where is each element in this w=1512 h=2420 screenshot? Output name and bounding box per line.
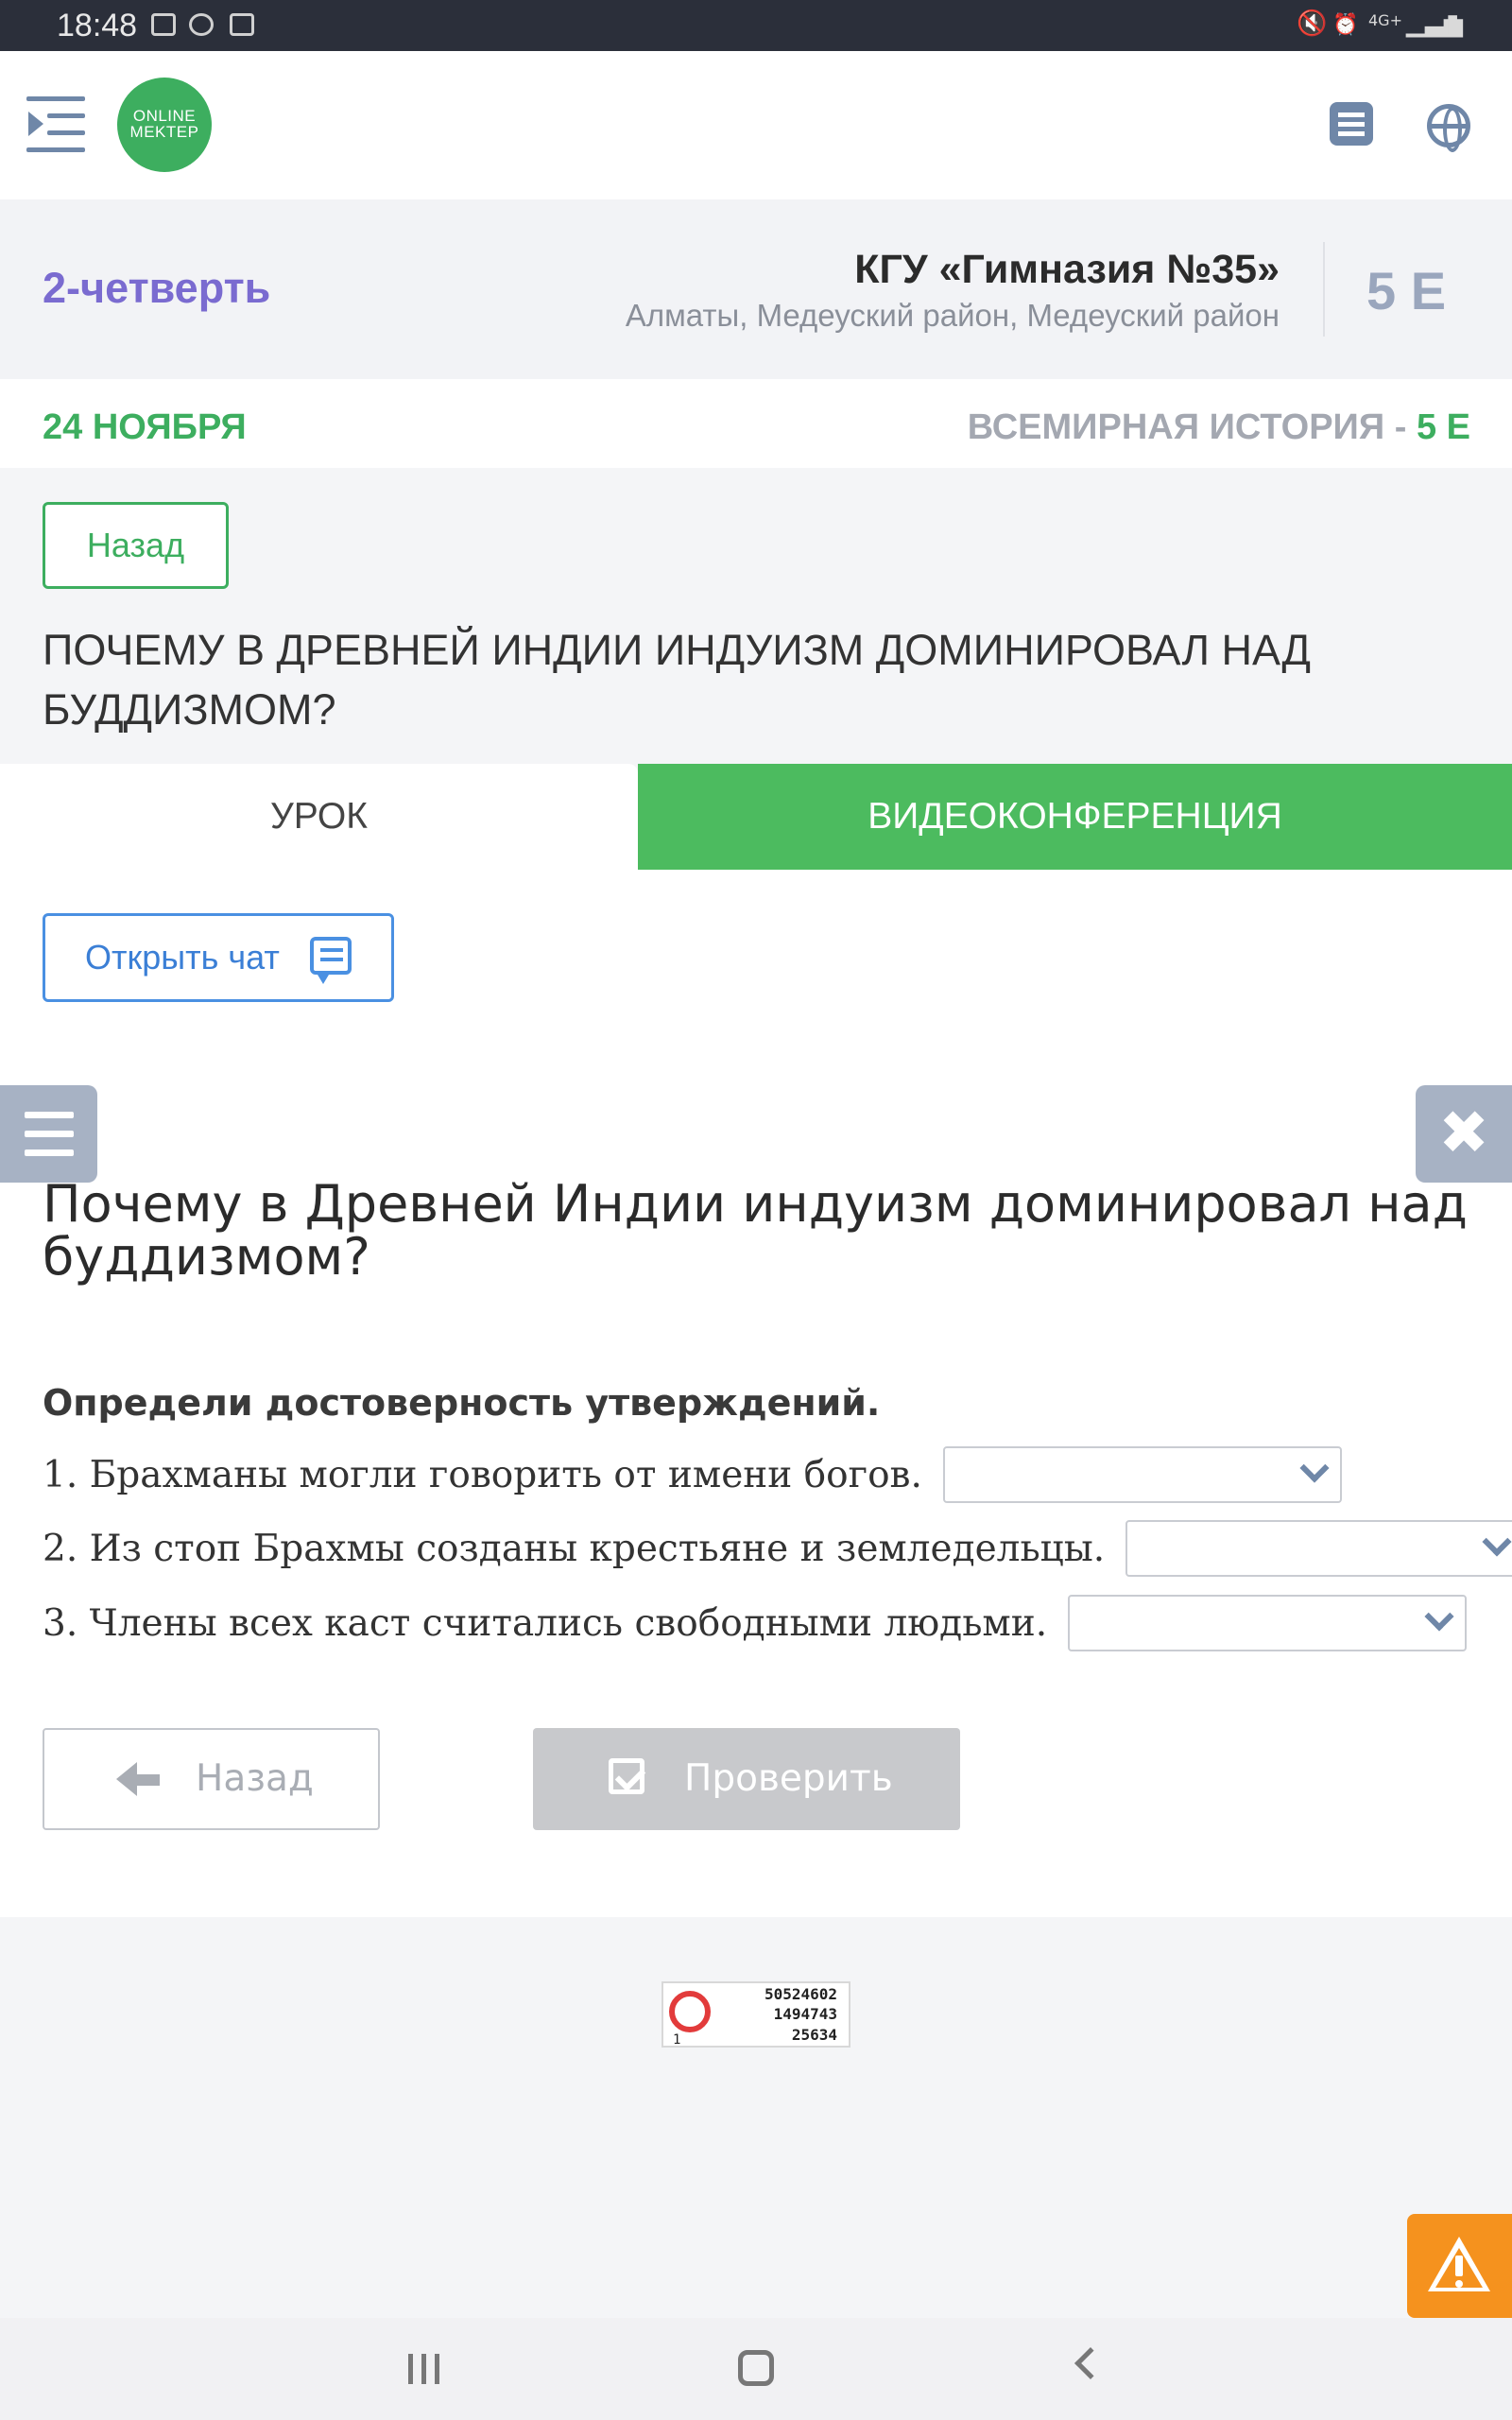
lesson-subject: ВСЕМИРНАЯ ИСТОРИЯ - 5 Е (967, 407, 1470, 447)
statement-text: 3. Члены всех каст считались свободными … (43, 1601, 1048, 1645)
school-address: Алматы, Медеуский район, Медеуский район (625, 298, 1280, 333)
chevron-down-icon (1299, 1453, 1330, 1483)
lock-icon (189, 13, 214, 36)
back-button[interactable]: Назад (43, 502, 229, 589)
close-icon: ✖ (1438, 1098, 1489, 1167)
battery-icon: ▮ (1446, 9, 1460, 38)
verification-stamp: 1 50524602 1494743 25634 (662, 1981, 850, 2048)
online-mektep-logo[interactable]: ONLINE MEKTEP (117, 78, 212, 172)
status-bar: 18:48 🔇 ⏰ 4G+ ▁▃▅ ▮ (0, 0, 1512, 51)
system-nav-bar (0, 2318, 1512, 2420)
tab-videoconference[interactable]: ВИДЕОКОНФЕРЕНЦИЯ (638, 764, 1512, 870)
lesson-date: 24 НОЯБРЯ (43, 407, 247, 447)
open-chat-button[interactable]: Открыть чат (43, 913, 394, 1002)
lesson-content: Открыть чат ✖ Почему в Древней Индии инд… (0, 870, 1512, 1917)
status-time: 18:48 (57, 8, 138, 43)
answer-select[interactable] (942, 1446, 1342, 1503)
school-name: КГУ «Гимназия №35» (854, 247, 1280, 292)
answer-select[interactable] (1125, 1520, 1512, 1577)
lesson-title: ПОЧЕМУ В ДРЕВНЕЙ ИНДИИ ИНДУИЗМ ДОМИНИРОВ… (43, 626, 1311, 734)
tab-lesson[interactable]: УРОК (0, 764, 638, 870)
class-label: 5 Е (1366, 261, 1447, 320)
chevron-down-icon (1424, 1601, 1454, 1632)
menu-icon[interactable] (26, 96, 87, 153)
home-icon[interactable] (738, 2350, 774, 2386)
recent-apps-icon[interactable] (408, 2354, 442, 2384)
task-menu-button[interactable] (0, 1085, 97, 1183)
red-circle-icon (669, 1991, 711, 2032)
divider (1323, 242, 1325, 337)
statement-row: 2. Из стоп Брахмы созданы крестьяне и зе… (43, 1520, 1512, 1577)
back-nav-icon[interactable] (1074, 2347, 1107, 2379)
alarm-icon: ⏰ (1332, 13, 1359, 37)
list-icon[interactable] (1330, 102, 1373, 146)
chat-icon (310, 937, 352, 984)
statement-text: 1. Брахманы могли говорить от имени бого… (43, 1453, 922, 1496)
gallery-icon (151, 13, 176, 36)
warning-icon[interactable] (1407, 2214, 1512, 2318)
arrow-left-icon (116, 1762, 160, 1796)
quarter-label: 2-четверть (43, 264, 271, 312)
app-header: ONLINE MEKTEP (0, 51, 1512, 199)
answer-select[interactable] (1068, 1595, 1468, 1651)
task-instruction: Определи достоверность утверждений. (43, 1382, 881, 1424)
task-back-button[interactable]: Назад (43, 1728, 380, 1830)
statement-row: 1. Брахманы могли говорить от имени бого… (43, 1446, 1342, 1503)
task-title: Почему в Древней Индии индуизм доминиров… (43, 1174, 1468, 1287)
statement-row: 3. Члены всех каст считались свободными … (43, 1595, 1468, 1651)
lesson-info-row: 24 НОЯБРЯ ВСЕМИРНАЯ ИСТОРИЯ - 5 Е (0, 379, 1512, 468)
chevron-down-icon (1482, 1527, 1512, 1557)
wifi-icon (230, 13, 254, 36)
network-type: 4G+ (1368, 11, 1402, 29)
statement-text: 2. Из стоп Брахмы созданы крестьяне и зе… (43, 1527, 1106, 1570)
mute-icon: 🔇 (1297, 9, 1328, 38)
globe-icon[interactable] (1427, 104, 1470, 152)
close-button[interactable]: ✖ (1416, 1085, 1512, 1183)
checkbox-icon (609, 1758, 644, 1794)
school-band: 2-четверть КГУ «Гимназия №35» Алматы, Ме… (0, 199, 1512, 379)
check-button[interactable]: Проверить (533, 1728, 960, 1830)
